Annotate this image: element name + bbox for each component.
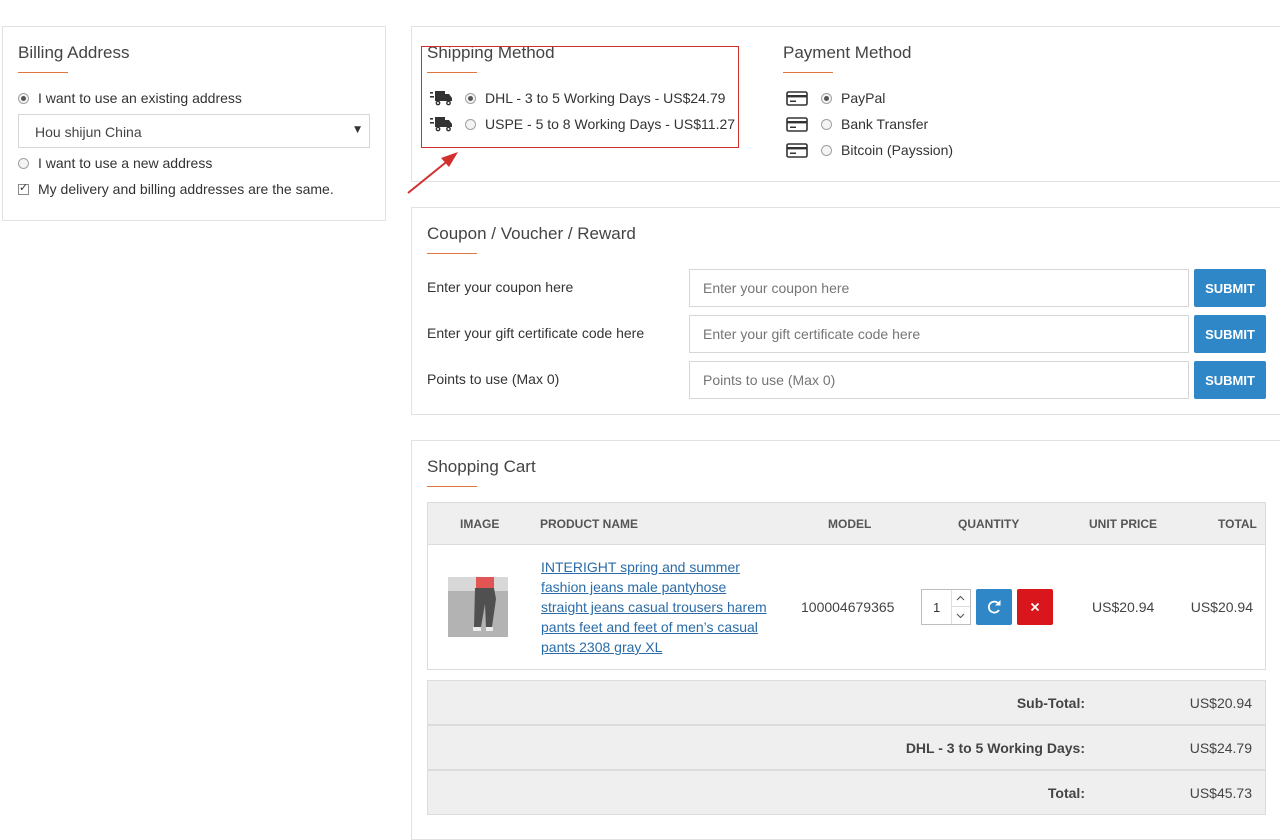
subtotal-label: Sub-Total:: [1016, 695, 1085, 711]
product-model: 100004679365: [801, 599, 895, 615]
grand-total-label: Total:: [1047, 785, 1085, 801]
address-select[interactable]: Hou shijun China ▼: [18, 114, 370, 148]
subtotal-value: US$20.94: [1189, 695, 1252, 711]
header-unit-price: UNIT PRICE: [1089, 517, 1158, 531]
payment-method-title: Payment Method: [783, 43, 912, 62]
existing-address-option[interactable]: I want to use an existing address: [18, 90, 242, 106]
title-underline: [18, 72, 68, 73]
quantity-value[interactable]: 1: [933, 600, 940, 615]
payment-option-paypal[interactable]: PayPal: [786, 90, 885, 106]
gift-certificate-input[interactable]: [689, 315, 1189, 353]
shipping-total-value: US$24.79: [1189, 740, 1252, 756]
update-quantity-button[interactable]: [976, 589, 1012, 625]
header-model: MODEL: [828, 517, 872, 531]
product-image[interactable]: [448, 577, 508, 637]
title-underline: [427, 486, 477, 487]
header-total: TOTAL: [1218, 517, 1257, 531]
coupon-input[interactable]: [689, 269, 1189, 307]
refresh-icon: [987, 600, 1001, 614]
annotation-highlight-box: [421, 46, 739, 148]
same-address-checkbox[interactable]: [18, 181, 29, 195]
grand-total-value: US$45.73: [1189, 785, 1252, 801]
title-underline: [427, 253, 477, 254]
chevron-down-icon: ▼: [354, 125, 361, 135]
close-icon: [1030, 602, 1040, 612]
product-name-line[interactable]: pants feet and feet of men’s casual: [541, 617, 767, 637]
product-name-link[interactable]: INTERIGHT spring and summer fashion jean…: [541, 557, 767, 657]
gift-certificate-submit-button[interactable]: SUBMIT: [1194, 315, 1266, 353]
chevron-up-icon: [956, 595, 965, 601]
credit-card-icon: [786, 116, 808, 132]
header-image: IMAGE: [460, 517, 500, 531]
credit-card-icon: [786, 142, 808, 158]
grand-total-row: Total: US$45.73: [427, 770, 1266, 815]
payment-bitcoin-label: Bitcoin (Payssion): [841, 142, 954, 158]
header-quantity: QUANTITY: [958, 517, 1020, 531]
product-name-line[interactable]: INTERIGHT spring and summer: [541, 557, 767, 577]
shipping-total-label: DHL - 3 to 5 Working Days:: [905, 740, 1085, 756]
shopping-cart-title: Shopping Cart: [427, 457, 536, 476]
subtotal-row: Sub-Total: US$20.94: [427, 680, 1266, 725]
points-label: Points to use (Max 0): [427, 371, 560, 387]
payment-option-bank[interactable]: Bank Transfer: [786, 116, 928, 132]
quantity-decrement[interactable]: [951, 607, 970, 624]
address-select-value: Hou shijun China: [35, 124, 142, 140]
product-name-line[interactable]: pants 2308 gray XL: [541, 637, 767, 657]
unit-price: US$20.94: [1092, 599, 1155, 615]
product-name-line[interactable]: straight jeans casual trousers harem: [541, 597, 767, 617]
line-total: US$20.94: [1190, 599, 1253, 615]
payment-bank-label: Bank Transfer: [841, 116, 929, 132]
remove-item-button[interactable]: [1017, 589, 1053, 625]
header-product-name: PRODUCT NAME: [540, 517, 638, 531]
same-address-option[interactable]: My delivery and billing addresses are th…: [18, 181, 334, 197]
shipping-total-row: DHL - 3 to 5 Working Days: US$24.79: [427, 725, 1266, 770]
existing-address-label: I want to use an existing address: [38, 90, 242, 106]
annotation-arrow: [407, 152, 458, 194]
coupon-title: Coupon / Voucher / Reward: [427, 224, 636, 243]
new-address-option[interactable]: I want to use a new address: [18, 155, 212, 171]
payment-bank-radio[interactable]: [821, 118, 832, 130]
same-address-label: My delivery and billing addresses are th…: [38, 181, 334, 197]
payment-bitcoin-radio[interactable]: [821, 144, 832, 156]
coupon-label: Enter your coupon here: [427, 279, 574, 295]
payment-paypal-label: PayPal: [841, 90, 886, 106]
product-name-line[interactable]: fashion jeans male pantyhose: [541, 577, 767, 597]
billing-address-title: Billing Address: [18, 43, 130, 62]
payment-option-bitcoin[interactable]: Bitcoin (Payssion): [786, 142, 953, 158]
points-submit-button[interactable]: SUBMIT: [1194, 361, 1266, 399]
gift-certificate-label: Enter your gift certificate code here: [427, 325, 645, 341]
credit-card-icon: [786, 90, 808, 106]
coupon-submit-button[interactable]: SUBMIT: [1194, 269, 1266, 307]
title-underline: [783, 72, 833, 73]
new-address-label: I want to use a new address: [38, 155, 213, 171]
quantity-stepper[interactable]: 1: [921, 589, 971, 625]
quantity-increment[interactable]: [951, 590, 970, 607]
points-input[interactable]: [689, 361, 1189, 399]
new-address-radio[interactable]: [18, 157, 29, 169]
chevron-down-icon: [956, 613, 965, 619]
payment-paypal-radio[interactable]: [821, 92, 832, 104]
existing-address-radio[interactable]: [18, 92, 29, 104]
